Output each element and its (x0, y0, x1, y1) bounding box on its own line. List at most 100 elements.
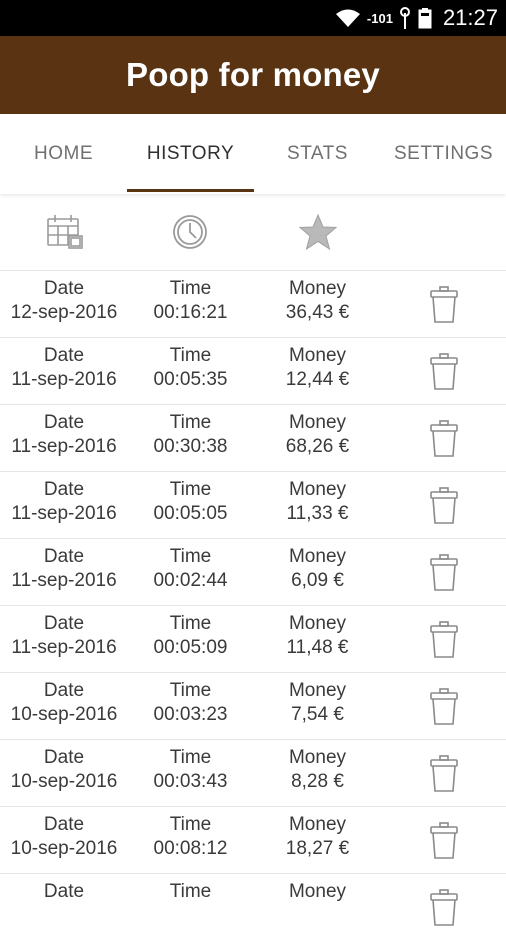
date-value: 10-sep-2016 (10, 704, 118, 725)
money-cell: Money 12,44 € (254, 344, 381, 392)
star-icon[interactable] (298, 212, 338, 252)
list-item: Date 11-sep-2016 Time 00:05:35 Money 12,… (0, 337, 506, 404)
list-item: Date 10-sep-2016 Time 00:03:43 Money 8,2… (0, 739, 506, 806)
trash-icon[interactable] (428, 486, 460, 526)
money-value: 68,26 € (285, 436, 350, 457)
date-value: 11-sep-2016 (11, 503, 117, 524)
list-item: Date 12-sep-2016 Time 00:16:21 Money 36,… (0, 270, 506, 337)
time-label: Time (169, 747, 212, 768)
trash-icon[interactable] (428, 888, 460, 928)
money-cell: Money (254, 880, 381, 904)
date-label: Date (43, 881, 85, 902)
money-label: Money (288, 278, 347, 299)
time-label: Time (169, 546, 212, 567)
status-bar: -101 21:27 (0, 0, 506, 36)
money-value: 18,27 € (285, 838, 350, 859)
list-item: Date 10-sep-2016 Time 00:08:12 Money 18,… (0, 806, 506, 873)
trash-icon[interactable] (428, 285, 460, 325)
trash-icon[interactable] (428, 687, 460, 727)
tab-settings[interactable]: SETTINGS (381, 114, 506, 194)
date-label: Date (43, 546, 85, 567)
date-value: 10-sep-2016 (10, 838, 118, 859)
date-value: 12-sep-2016 (10, 302, 118, 323)
date-cell: Date 11-sep-2016 (0, 612, 128, 660)
trash-icon[interactable] (428, 419, 460, 459)
money-cell: Money 7,54 € (254, 679, 381, 727)
money-value: 11,33 € (286, 503, 349, 524)
list-item: Date 11-sep-2016 Time 00:02:44 Money 6,0… (0, 538, 506, 605)
time-value: 00:05:35 (153, 369, 228, 390)
date-cell: Date 11-sep-2016 (0, 344, 128, 392)
date-label: Date (43, 747, 85, 768)
money-value: 8,28 € (291, 771, 344, 792)
status-time: 21:27 (442, 5, 498, 30)
time-label: Time (169, 412, 212, 433)
money-cell: Money 68,26 € (254, 411, 381, 459)
time-value: 00:16:21 (153, 302, 228, 323)
money-cell: Money 6,09 € (254, 545, 381, 593)
date-value: 10-sep-2016 (10, 771, 118, 792)
time-cell: Time 00:08:12 (127, 813, 254, 861)
money-label: Money (288, 345, 347, 366)
app-bar: Poop for money (0, 36, 506, 114)
time-value: 00:30:38 (153, 436, 228, 457)
clock-icon[interactable] (170, 212, 210, 252)
date-label: Date (43, 278, 85, 299)
time-value: 00:02:44 (153, 570, 228, 591)
date-label: Date (43, 479, 85, 500)
date-value: 11-sep-2016 (11, 369, 117, 390)
money-cell: Money 11,48 € (254, 612, 381, 660)
trash-icon[interactable] (428, 352, 460, 392)
tab-history[interactable]: HISTORY (127, 114, 254, 194)
date-cell: Date 10-sep-2016 (0, 679, 128, 727)
money-cell: Money 36,43 € (254, 277, 381, 325)
money-value: 12,44 € (285, 369, 350, 390)
time-label: Time (169, 680, 212, 701)
time-cell: Time 00:03:23 (127, 679, 254, 727)
date-cell: Date 10-sep-2016 (0, 813, 128, 861)
date-cell: Date 12-sep-2016 (0, 277, 128, 325)
status-area: -101 21:27 (335, 0, 498, 36)
time-label: Time (169, 345, 212, 366)
trash-icon[interactable] (428, 553, 460, 593)
time-value: 00:03:23 (153, 704, 228, 725)
money-label: Money (288, 881, 347, 902)
battery-icon (418, 8, 432, 29)
time-value: 00:08:12 (153, 838, 228, 859)
signal-icon (399, 7, 410, 29)
money-cell: Money 8,28 € (254, 746, 381, 794)
money-label: Money (288, 680, 347, 701)
money-cell: Money 11,33 € (254, 478, 381, 526)
date-value: 11-sep-2016 (11, 570, 117, 591)
money-value: 11,48 € (286, 637, 349, 658)
list-item: Date 10-sep-2016 Time 00:03:23 Money 7,5… (0, 672, 506, 739)
calendar-icon[interactable] (45, 212, 85, 252)
date-cell: Date 11-sep-2016 (0, 478, 128, 526)
trash-icon[interactable] (428, 821, 460, 861)
time-cell: Time (127, 880, 254, 904)
money-label: Money (288, 747, 347, 768)
money-cell: Money 18,27 € (254, 813, 381, 861)
tab-home[interactable]: HOME (0, 114, 127, 194)
date-label: Date (43, 680, 85, 701)
date-label: Date (43, 814, 85, 835)
time-cell: Time 00:16:21 (127, 277, 254, 325)
trash-icon[interactable] (428, 754, 460, 794)
time-label: Time (169, 613, 212, 634)
tab-bar: HOME HISTORY STATS SETTINGS (0, 114, 506, 194)
trash-icon[interactable] (428, 620, 460, 660)
list-item: Date Time Money (0, 873, 506, 940)
time-cell: Time 00:05:05 (127, 478, 254, 526)
time-cell: Time 00:03:43 (127, 746, 254, 794)
money-label: Money (288, 814, 347, 835)
time-cell: Time 00:30:38 (127, 411, 254, 459)
tab-stats[interactable]: STATS (254, 114, 381, 194)
date-cell: Date 11-sep-2016 (0, 411, 128, 459)
date-cell: Date 10-sep-2016 (0, 746, 128, 794)
list-item: Date 11-sep-2016 Time 00:05:09 Money 11,… (0, 605, 506, 672)
money-label: Money (288, 546, 347, 567)
time-cell: Time 00:05:35 (127, 344, 254, 392)
time-value: 00:05:05 (153, 503, 228, 524)
money-label: Money (288, 479, 347, 500)
date-label: Date (43, 412, 85, 433)
